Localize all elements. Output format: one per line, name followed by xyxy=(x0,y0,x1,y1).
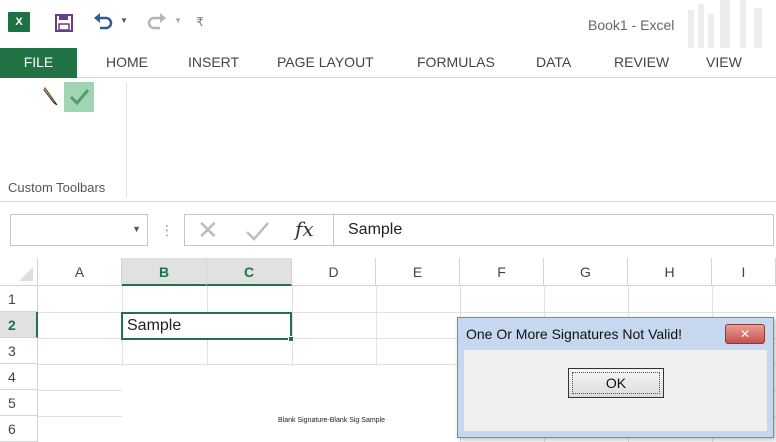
tab-page-layout[interactable]: PAGE LAYOUT xyxy=(277,48,374,78)
redo-dropdown-icon[interactable]: ▼ xyxy=(174,16,182,25)
column-header-f[interactable]: F xyxy=(460,258,544,286)
row-header-2[interactable]: 2 xyxy=(0,312,38,338)
column-header-b[interactable]: B xyxy=(122,258,207,286)
formula-tools: ✕ fx xyxy=(184,214,334,246)
row-header-5[interactable]: 5 xyxy=(0,390,38,416)
ok-button[interactable]: OK xyxy=(568,368,664,398)
column-header-d[interactable]: D xyxy=(292,258,376,286)
group-separator xyxy=(126,82,127,198)
title-bar: X ▼ ▼ ₹ Book1 - Excel xyxy=(0,0,776,48)
ribbon-tabs: FILE HOME INSERT PAGE LAYOUT FORMULAS DA… xyxy=(0,48,776,78)
ribbon-panel: Custom Toolbars xyxy=(0,78,776,202)
save-icon[interactable] xyxy=(55,14,73,32)
row-header-6[interactable]: 6 xyxy=(0,416,38,442)
column-header-g[interactable]: G xyxy=(544,258,628,286)
select-all-corner[interactable] xyxy=(0,258,38,286)
pencil-icon[interactable] xyxy=(42,86,60,106)
signature-line-text: Blank Signature-Blank Sig Sample xyxy=(278,417,386,424)
tab-data[interactable]: DATA xyxy=(536,48,571,78)
undo-dropdown-icon[interactable]: ▼ xyxy=(120,16,128,25)
tab-insert[interactable]: INSERT xyxy=(188,48,239,78)
excel-icon[interactable]: X xyxy=(8,12,30,32)
tab-home[interactable]: HOME xyxy=(106,48,148,78)
column-header-i[interactable]: I xyxy=(712,258,776,286)
formula-bar-grip-icon[interactable]: ⋮ xyxy=(160,222,174,239)
title-decoration xyxy=(688,0,762,48)
tab-formulas[interactable]: FORMULAS xyxy=(417,48,495,78)
selected-range-b2-c2[interactable]: Sample xyxy=(121,312,294,342)
name-box[interactable]: ▼ xyxy=(10,214,148,246)
window-title: Book1 - Excel xyxy=(588,17,675,33)
column-header-h[interactable]: H xyxy=(628,258,712,286)
dialog-title: One Or More Signatures Not Valid! xyxy=(466,326,683,342)
customize-quick-access-icon[interactable]: ₹ xyxy=(196,15,204,29)
checkmark-button[interactable] xyxy=(64,82,94,112)
formula-input[interactable]: Sample xyxy=(334,214,774,246)
column-header-a[interactable]: A xyxy=(38,258,122,286)
signature-line-object[interactable] xyxy=(122,366,458,442)
checkmark-icon xyxy=(69,89,90,106)
column-header-c[interactable]: C xyxy=(207,258,292,286)
tab-view[interactable]: VIEW xyxy=(706,48,742,78)
enter-icon[interactable] xyxy=(243,219,271,243)
column-header-e[interactable]: E xyxy=(376,258,460,286)
name-box-dropdown-icon[interactable]: ▼ xyxy=(132,224,141,234)
cancel-icon[interactable]: ✕ xyxy=(197,217,219,243)
insert-function-icon[interactable]: fx xyxy=(295,217,314,241)
redo-icon[interactable] xyxy=(146,12,168,32)
undo-icon[interactable] xyxy=(92,12,114,32)
dialog-body: OK xyxy=(464,350,767,431)
tab-file[interactable]: FILE xyxy=(0,48,77,78)
signature-invalid-dialog: One Or More Signatures Not Valid! ✕ OK xyxy=(457,317,774,438)
row-header-3[interactable]: 3 xyxy=(0,338,38,364)
cell-b2[interactable]: Sample xyxy=(127,317,181,335)
group-label-custom-toolbars: Custom Toolbars xyxy=(8,180,106,195)
formula-bar: ▼ ⋮ ✕ fx Sample xyxy=(0,202,776,258)
fill-handle[interactable] xyxy=(288,336,294,342)
close-icon[interactable]: ✕ xyxy=(725,324,765,344)
tab-review[interactable]: REVIEW xyxy=(614,48,669,78)
row-header-1[interactable]: 1 xyxy=(0,286,38,312)
row-header-4[interactable]: 4 xyxy=(0,364,38,390)
